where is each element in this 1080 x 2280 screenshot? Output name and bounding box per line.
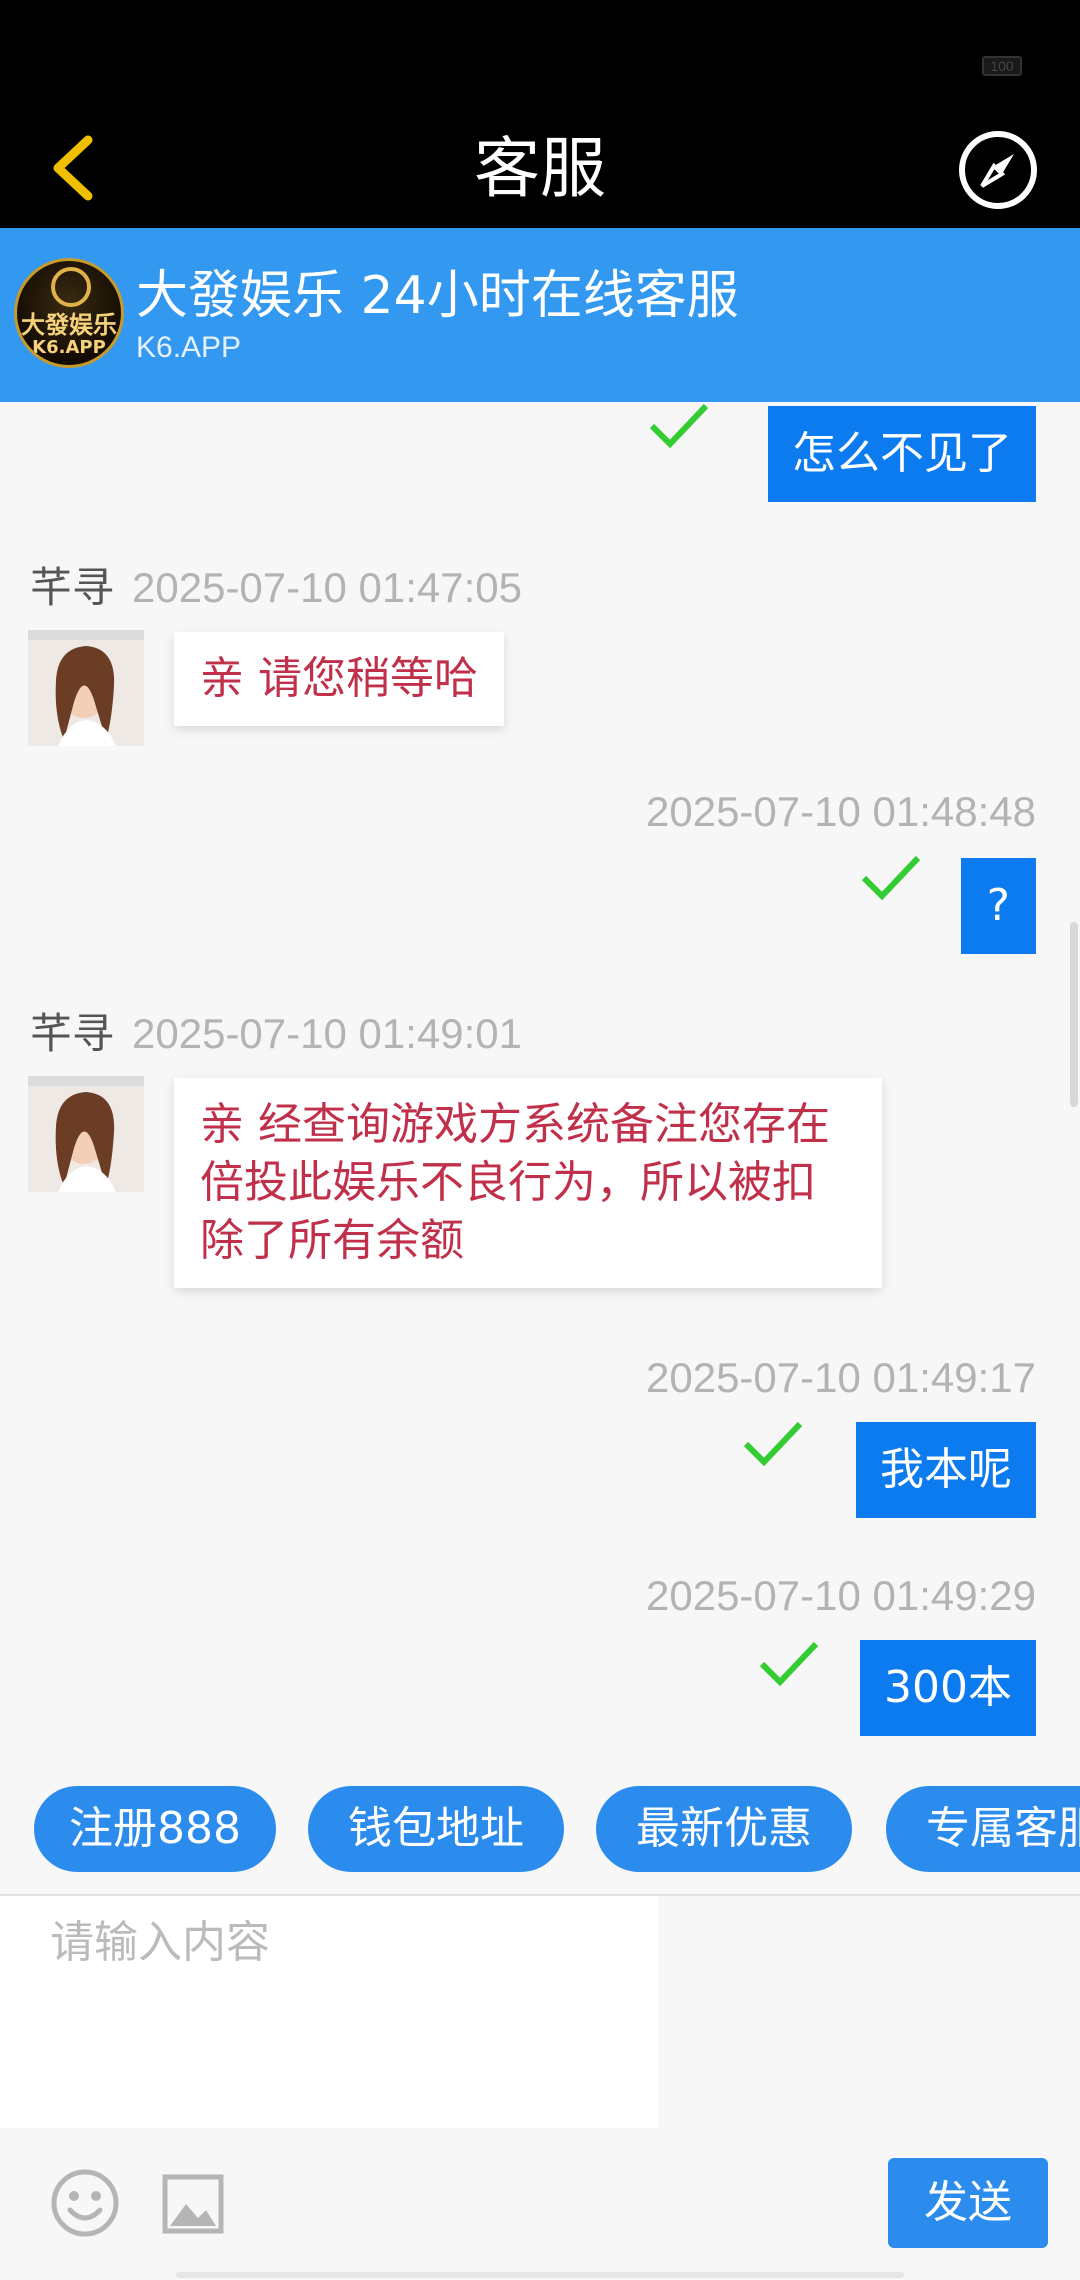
message-input-box[interactable] <box>0 1896 658 2128</box>
emoji-icon[interactable] <box>50 2168 120 2238</box>
compass-icon <box>959 131 1037 209</box>
message-timestamp: 2025-07-10 01:47:05 <box>132 564 523 611</box>
quick-reply-button[interactable]: 注册888 <box>34 1786 276 1872</box>
message-text-line: 亲 经查询游戏方系统备注您存在 <box>200 1099 830 1150</box>
logo-text-bottom: K6.APP <box>32 337 106 358</box>
message-text: 亲 请您稍等哈 <box>200 653 478 704</box>
battery-icon: 100 <box>982 56 1022 76</box>
message-text: 我本呢 <box>880 1444 1012 1495</box>
avatar-photo <box>28 1076 144 1192</box>
chat-message-list[interactable]: 怎么不见了 芊寻 2025-07-10 01:47:05 亲 请您稍等哈 2025… <box>0 402 1080 1760</box>
top-nav-bar: 客服 <box>0 114 1080 228</box>
sender-name: 芊寻 <box>30 1009 115 1058</box>
message-sender-line: 芊寻 2025-07-10 01:47:05 <box>30 562 522 614</box>
avatar-photo <box>28 630 144 746</box>
message-text: 怎么不见了 <box>792 428 1012 479</box>
logo-emblem-icon <box>51 267 91 307</box>
agent-avatar[interactable] <box>28 1076 144 1192</box>
message-bubble-incoming[interactable]: 亲 请您稍等哈 <box>174 632 504 726</box>
message-timestamp: 2025-07-10 01:49:01 <box>132 1010 523 1057</box>
message-text: ? <box>986 880 1010 931</box>
message-text-line: 除了所有余额 <box>200 1215 464 1266</box>
message-bubble-outgoing[interactable]: 300本 <box>860 1640 1036 1736</box>
status-bar: 100 <box>0 0 1080 114</box>
quick-reply-button[interactable]: 最新优惠 <box>596 1786 852 1872</box>
message-timestamp: 2025-07-10 01:49:17 <box>646 1354 1036 1401</box>
message-bubble-outgoing[interactable]: ? <box>960 858 1036 954</box>
chat-header: 大發娱乐 K6.APP 大發娱乐 24小时在线客服 K6.APP <box>0 228 1080 402</box>
logo-text-top: 大發娱乐 <box>21 311 117 339</box>
message-sender-line: 芊寻 2025-07-10 01:49:01 <box>30 1008 522 1060</box>
read-check-icon <box>743 1421 803 1467</box>
sender-name: 芊寻 <box>30 563 115 612</box>
message-input[interactable] <box>0 1896 658 2128</box>
brand-logo: 大發娱乐 K6.APP <box>14 258 124 368</box>
header-title: 大發娱乐 24小时在线客服 <box>136 266 739 326</box>
read-check-icon <box>649 403 709 449</box>
message-bubble-incoming[interactable]: 亲 经查询游戏方系统备注您存在 倍投此娱乐不良行为，所以被扣 除了所有余额 <box>174 1078 882 1288</box>
read-check-icon <box>861 855 921 901</box>
quick-reply-bar[interactable]: 注册888 钱包地址 最新优惠 专属客服 <box>0 1760 1080 1894</box>
read-check-icon <box>759 1641 819 1687</box>
message-timestamp: 2025-07-10 01:49:29 <box>646 1572 1036 1619</box>
message-bubble-outgoing[interactable]: 我本呢 <box>856 1422 1036 1518</box>
send-button[interactable]: 发送 <box>888 2158 1048 2248</box>
quick-reply-button[interactable]: 专属客服 <box>886 1786 1080 1872</box>
compass-button[interactable] <box>956 128 1040 212</box>
quick-reply-button[interactable]: 钱包地址 <box>308 1786 564 1872</box>
message-timestamp: 2025-07-10 01:48:48 <box>646 788 1036 835</box>
image-icon[interactable] <box>162 2174 224 2234</box>
message-text-line: 倍投此娱乐不良行为，所以被扣 <box>200 1157 816 1208</box>
page-title: 客服 <box>474 130 606 207</box>
message-text: 300本 <box>884 1662 1012 1713</box>
message-composer: 发送 <box>0 1894 1080 2280</box>
message-bubble-outgoing[interactable]: 怎么不见了 <box>768 406 1036 502</box>
home-indicator <box>176 2272 904 2278</box>
chat-scrollbar[interactable] <box>1070 922 1078 1107</box>
header-subtitle: K6.APP <box>136 331 242 364</box>
agent-avatar[interactable] <box>28 630 144 746</box>
